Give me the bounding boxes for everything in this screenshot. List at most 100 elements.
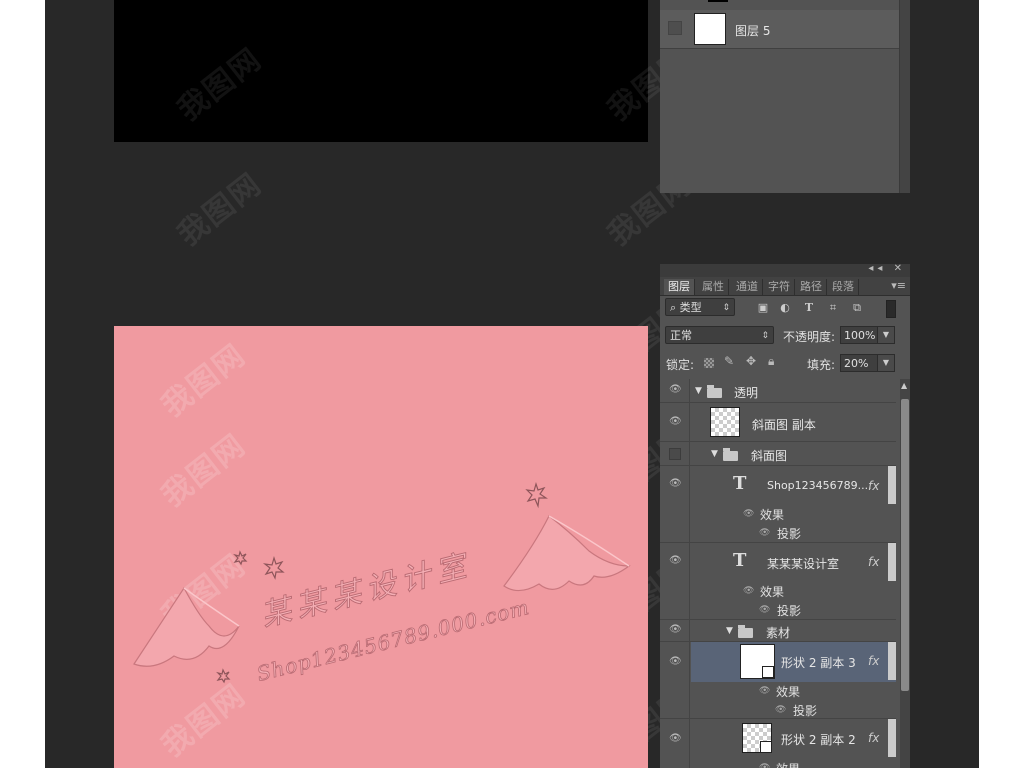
lock-all-icon[interactable]: 🔒︎	[768, 354, 774, 369]
tab-paths[interactable]: 路径	[796, 279, 827, 295]
fill-dropdown-arrow[interactable]: ▼	[877, 354, 895, 372]
effects-label: 效果	[760, 508, 785, 522]
layer-shape-copy-3[interactable]: 👁︎ 形状 2 副本 3 fx 👁︎ 效果 👁︎ 投影	[660, 642, 896, 719]
embossed-logo: 某某某设计室 Shop123456789.000.com	[133, 481, 631, 686]
effects-scroll-indicator	[888, 466, 896, 504]
layer-text-shop[interactable]: 👁︎ T Shop123456789.... fx 👁︎ 效果 👁︎ 投影	[660, 466, 896, 543]
eye-icon[interactable]: 👁︎	[669, 624, 682, 635]
eye-icon[interactable]: 👁︎	[759, 763, 770, 768]
layer-name: 斜面图 副本	[752, 418, 816, 432]
drop-shadow-label: 投影	[777, 604, 802, 618]
layers-panel: ◂◂ ✕ 图层 属性 通道 字符 路径 段落 ▾≡ ⌕ 类型 ⇕ ▣ ◐ T ⌗…	[660, 264, 910, 768]
effects-scroll-indicator	[888, 642, 896, 680]
eye-icon[interactable]: 👁︎	[775, 705, 786, 715]
folder-icon	[707, 385, 722, 398]
eye-icon[interactable]: 👁︎	[743, 586, 754, 596]
eye-icon[interactable]: 👁︎	[743, 509, 754, 519]
eye-icon[interactable]: 👁︎	[669, 384, 682, 395]
tab-properties[interactable]: 属性	[698, 279, 729, 295]
tab-channels[interactable]: 通道	[732, 279, 763, 295]
updown-caret-icon: ⇕	[761, 331, 769, 341]
smart-object-filter-icon[interactable]: ⧉	[850, 301, 864, 315]
fill-label: 填充:	[807, 358, 836, 372]
layer-group-bevel[interactable]: ▼ 斜面图	[660, 442, 896, 466]
fx-icon[interactable]: fx	[868, 731, 879, 745]
drop-shadow-label: 投影	[793, 704, 818, 718]
updown-caret-icon: ⇕	[722, 303, 730, 313]
effects-scroll-indicator	[888, 719, 896, 757]
panel-tabs: 图层 属性 通道 字符 路径 段落 ▾≡	[660, 277, 910, 296]
eye-icon[interactable]: 👁︎	[669, 656, 682, 667]
layer-name: 透明	[734, 386, 759, 400]
panel-menu-icon[interactable]: ▾≡	[891, 279, 906, 292]
blend-mode-dropdown[interactable]: 正常 ⇕	[665, 326, 774, 344]
panel-titlebar: ◂◂ ✕	[660, 264, 910, 277]
lock-label: 锁定:	[666, 358, 695, 372]
eye-icon[interactable]: 👁︎	[759, 605, 770, 615]
layer-bevel-copy[interactable]: 👁︎ 斜面图 副本	[660, 403, 896, 442]
tab-paragraph[interactable]: 段落	[828, 279, 859, 295]
type-filter-icon[interactable]: T	[802, 301, 816, 315]
pink-document-canvas[interactable]: 我图网 我图网 我图网 我图网 某某某设计室 Shop123456789.000…	[114, 326, 648, 768]
scrollbar-thumb[interactable]	[901, 399, 909, 691]
folder-icon	[738, 625, 753, 638]
visibility-toggle[interactable]	[668, 21, 682, 35]
layer-group-assets[interactable]: 👁︎ ▼ 素材	[660, 620, 896, 642]
layer-name: 形状 2 副本 3	[781, 656, 856, 670]
tab-character[interactable]: 字符	[764, 279, 795, 295]
opacity-label: 不透明度:	[783, 330, 836, 344]
filter-bar: ⌕ 类型 ⇕ ▣ ◐ T ⌗ ⧉	[660, 296, 910, 322]
eye-icon[interactable]: 👁︎	[669, 555, 682, 566]
expand-arrow-icon[interactable]: ▼	[711, 449, 718, 459]
fx-icon[interactable]: fx	[868, 479, 879, 493]
layer-text-studio[interactable]: 👁︎ T 某某某设计室 fx 👁︎ 效果 👁︎ 投影	[660, 543, 896, 620]
opacity-input[interactable]: 100%	[840, 326, 878, 344]
layer-shape-copy-2[interactable]: 👁︎ 形状 2 副本 2 fx 👁︎ 效果	[660, 719, 896, 768]
layer-list-scrollbar[interactable]: ▲	[900, 379, 910, 768]
collapse-close-icons[interactable]: ◂◂ ✕	[868, 264, 906, 274]
scroll-up-icon[interactable]: ▲	[901, 381, 907, 390]
fx-icon[interactable]: fx	[868, 555, 879, 569]
expand-arrow-icon[interactable]: ▼	[726, 626, 733, 636]
drop-shadow-label: 投影	[777, 527, 802, 541]
layer-name: 形状 2 副本 2	[781, 733, 856, 747]
fx-icon[interactable]: fx	[868, 654, 879, 668]
scrollbar[interactable]	[899, 0, 910, 193]
lock-paint-brush-icon[interactable]: ✎	[724, 354, 734, 368]
image-filter-icon[interactable]: ▣	[756, 301, 770, 315]
eye-icon[interactable]: 👁︎	[669, 733, 682, 744]
layer-list: 👁︎ ▼ 透明 👁︎ 斜面图 副本 ▼ 斜面图 👁︎ T Shop1234567…	[660, 379, 900, 768]
fill-input[interactable]: 20%	[840, 354, 878, 372]
filter-toggle[interactable]	[886, 300, 896, 318]
layer-row-layer5[interactable]: 图层 5	[660, 10, 900, 49]
filter-kind-dropdown[interactable]: ⌕ 类型 ⇕	[665, 298, 735, 316]
opacity-dropdown-arrow[interactable]: ▼	[877, 326, 895, 344]
layer-name: 图层 5	[735, 24, 771, 38]
lock-move-icon[interactable]: ✥	[746, 354, 756, 368]
eye-icon[interactable]: 👁︎	[759, 686, 770, 696]
eye-icon[interactable]: 👁︎	[669, 478, 682, 489]
layer-name: 斜面图	[751, 449, 788, 463]
vector-mask-icon	[760, 741, 772, 753]
folder-icon	[723, 448, 738, 461]
blend-mode-value: 正常	[670, 329, 692, 342]
adjustment-filter-icon[interactable]: ◐	[778, 301, 792, 315]
shape-filter-icon[interactable]: ⌗	[826, 301, 840, 315]
effects-label: 效果	[776, 685, 801, 699]
eye-icon[interactable]: 👁︎	[759, 528, 770, 538]
watermark-text: 我图网	[171, 166, 269, 254]
layer-thumbnail	[694, 13, 726, 45]
filter-kind-label: 类型	[679, 301, 702, 314]
text-layer-icon: T	[733, 550, 747, 571]
effects-scroll-indicator	[888, 543, 896, 581]
layer-group-transparent[interactable]: 👁︎ ▼ 透明	[660, 379, 896, 403]
vector-mask-icon	[762, 666, 774, 678]
visibility-toggle[interactable]	[669, 448, 681, 460]
text-layer-icon: T	[733, 473, 747, 494]
eye-icon[interactable]: 👁︎	[669, 416, 682, 427]
tab-layers[interactable]: 图层	[664, 279, 695, 295]
lock-transparency-icon[interactable]	[704, 358, 714, 368]
upper-layers-panel: 图层 5	[660, 0, 910, 193]
expand-arrow-icon[interactable]: ▼	[695, 386, 702, 396]
layer-name: Shop123456789....	[767, 479, 872, 492]
